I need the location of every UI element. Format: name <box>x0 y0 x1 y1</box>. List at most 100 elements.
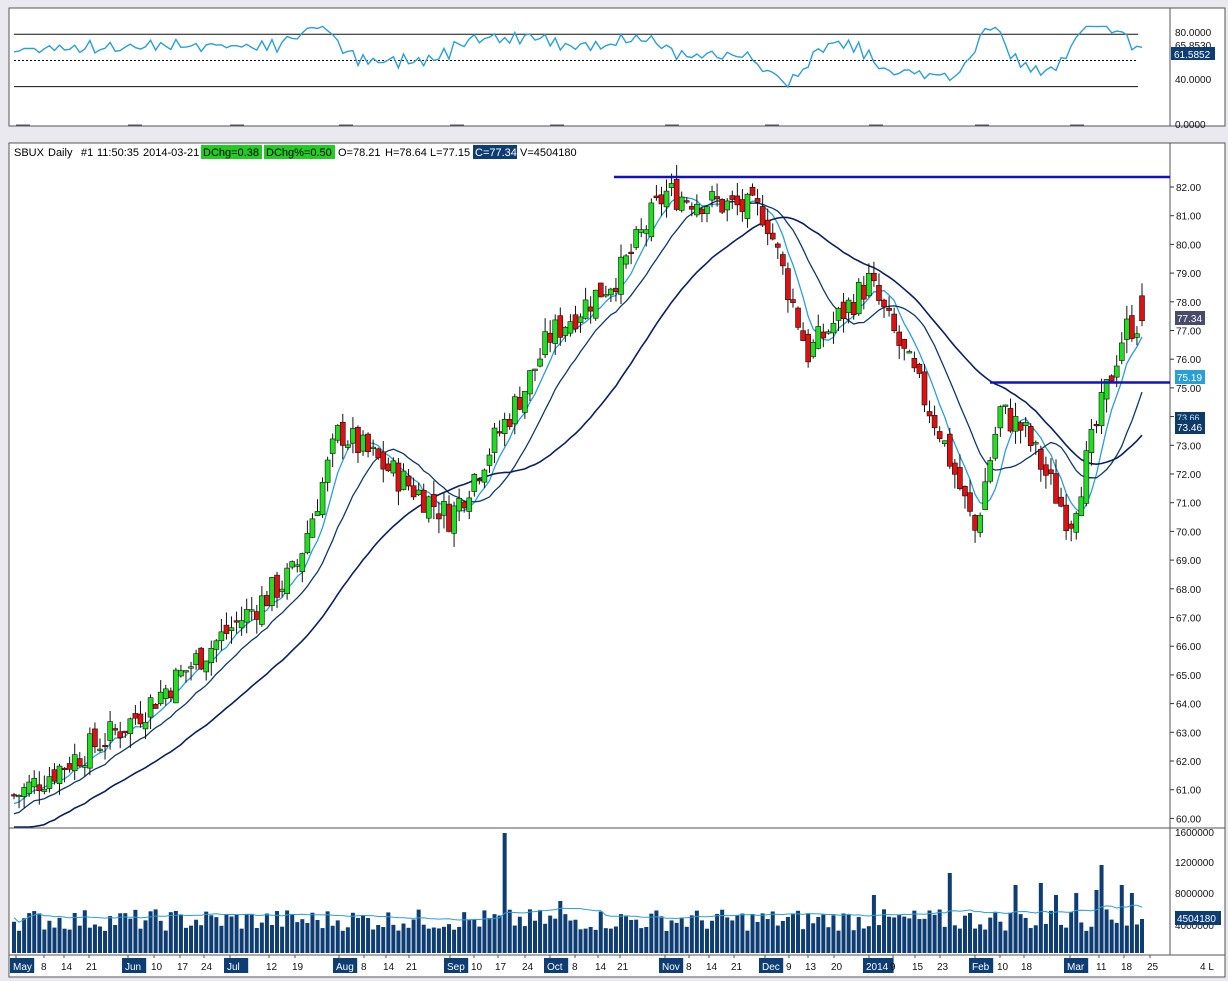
volume-bar <box>674 922 679 953</box>
volume-bar <box>1134 924 1139 953</box>
candle-body <box>1048 469 1054 474</box>
volume-bar <box>411 919 416 953</box>
volume-bar <box>275 911 280 953</box>
volume-bar <box>998 921 1003 953</box>
volume-bar <box>629 920 634 953</box>
candle-body <box>810 342 817 357</box>
candle-body <box>193 653 199 665</box>
candle-body <box>511 396 518 425</box>
volume-bar <box>826 927 831 953</box>
candle-body <box>876 285 882 301</box>
candle-body <box>395 462 402 492</box>
volume-bar <box>740 913 745 953</box>
candle-body <box>618 256 624 295</box>
price-tick-label: 72.00 <box>1176 470 1201 481</box>
volume-bar <box>1089 926 1094 953</box>
candle-body <box>542 331 548 356</box>
header-symbol: SBUX <box>14 147 45 159</box>
candle-body <box>582 299 589 319</box>
x-axis-label: 8 <box>41 962 47 973</box>
volume-bar <box>401 923 406 953</box>
x-axis-label: Feb <box>972 962 990 973</box>
volume-bar <box>113 924 118 953</box>
candle-body <box>385 463 392 472</box>
candle-body <box>102 744 108 748</box>
volume-bar <box>952 925 957 953</box>
candle-body <box>46 776 53 789</box>
candle-body <box>1053 473 1059 504</box>
rsi-value-badge-text: 61.5852 <box>1174 50 1211 61</box>
candle-body <box>61 767 68 771</box>
volume-bar <box>669 920 674 953</box>
candle-body <box>835 307 842 321</box>
candle-body <box>1134 333 1140 338</box>
candle-body <box>259 595 265 625</box>
volume-bar <box>613 926 618 953</box>
candle-body <box>415 489 422 495</box>
volume-bar <box>522 926 527 953</box>
candle-body <box>992 433 999 459</box>
candle-body <box>946 433 953 467</box>
candle-body <box>866 272 872 297</box>
candle-body <box>213 640 220 650</box>
header-close: C=77.34 <box>475 147 517 159</box>
volume-bar <box>1114 922 1119 953</box>
volume-bar <box>715 913 720 953</box>
volume-bar <box>436 928 441 953</box>
x-axis-label: Jun <box>125 962 141 973</box>
volume-bar <box>937 909 942 953</box>
candle-body <box>314 511 321 516</box>
candle-body <box>572 314 579 330</box>
candle-body <box>916 363 923 374</box>
candle-body <box>173 669 179 704</box>
candle-body <box>628 251 634 254</box>
volume-bar <box>917 919 922 953</box>
volume-bar <box>300 919 305 953</box>
candle-body <box>1007 408 1014 432</box>
volume-bar <box>1033 925 1038 953</box>
price-tick-label: 73.00 <box>1176 441 1201 452</box>
volume-bar <box>887 916 892 953</box>
volume-bar <box>902 916 907 953</box>
candle-body <box>269 577 275 606</box>
volume-bar <box>750 914 755 953</box>
volume-bar <box>280 926 285 953</box>
candle-body <box>218 631 225 642</box>
price-tick-label: 71.00 <box>1176 499 1201 510</box>
x-axis-label: 8 <box>572 962 578 973</box>
candle-body <box>1113 365 1120 378</box>
candle-body <box>152 704 159 709</box>
header-period: Daily <box>48 147 73 159</box>
volume-bar <box>92 924 97 953</box>
candle-body <box>931 415 938 429</box>
volume-bar <box>224 913 229 953</box>
candle-body <box>198 647 204 670</box>
price-tick-label: 78.00 <box>1176 298 1201 309</box>
price-tick-label: 77.00 <box>1176 327 1201 338</box>
candle-body <box>967 492 973 512</box>
candle-body <box>11 794 17 797</box>
candle-body <box>567 321 574 334</box>
volume-badge-text: 4504180 <box>1177 914 1216 925</box>
candle-body <box>623 255 629 265</box>
candle-body <box>16 794 22 798</box>
volume-bar <box>138 928 143 953</box>
volume-bar <box>765 918 770 953</box>
chart-header: SBUX Daily #1 11:50:35 2014-03-21 DChg=0… <box>14 145 577 159</box>
candle-body <box>294 564 301 567</box>
candle-body <box>481 469 488 483</box>
volume-bar <box>1064 927 1069 953</box>
candle-body <box>921 371 928 406</box>
volume-bar <box>922 918 927 953</box>
volume-tick: 1600000 <box>1175 828 1214 839</box>
candle-body <box>952 462 958 475</box>
volume-bar <box>836 930 841 953</box>
volume-bar <box>264 913 269 953</box>
volume-bar <box>350 912 355 953</box>
candle-body <box>1098 392 1105 427</box>
volume-bar <box>533 920 538 953</box>
volume-bar <box>978 924 983 953</box>
candle-body <box>962 485 968 497</box>
candle-body <box>71 754 78 772</box>
volume-bar <box>148 911 153 953</box>
